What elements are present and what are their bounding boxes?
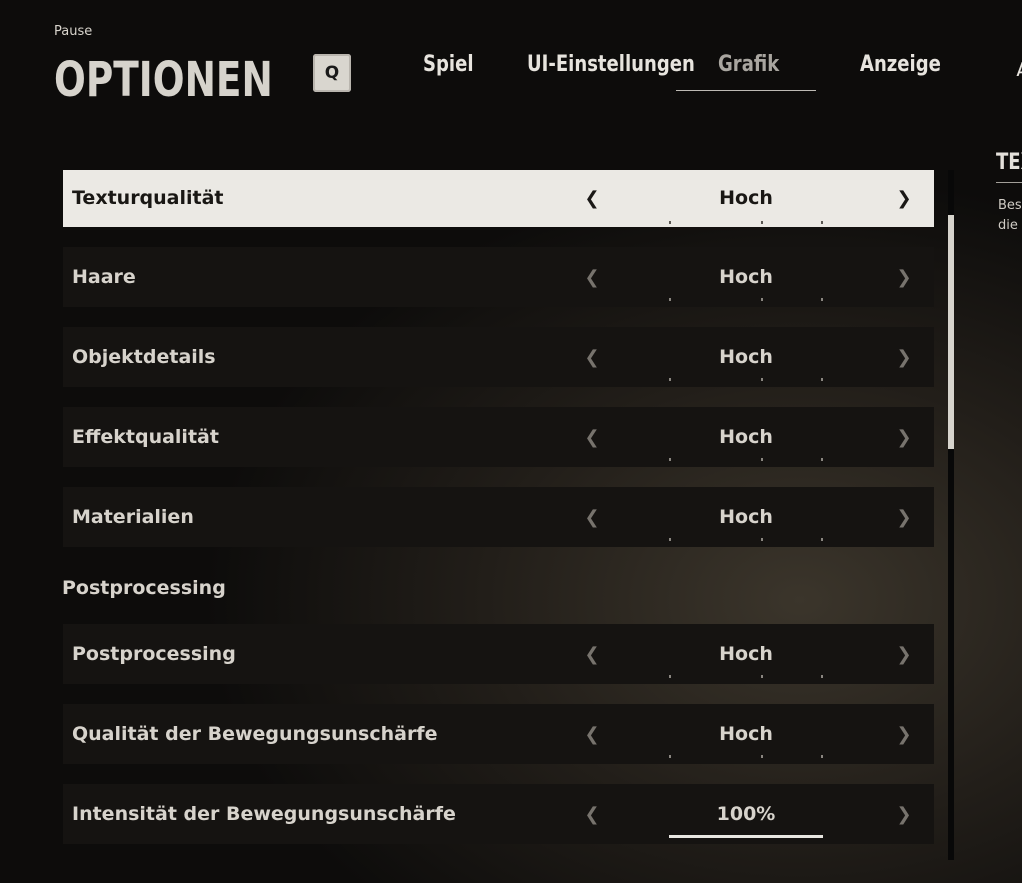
level-ticks	[669, 298, 823, 302]
setting-row-effektqualitaet[interactable]: Effektqualität ❮ Hoch ❯	[63, 407, 934, 467]
chevron-left-icon[interactable]: ❮	[582, 784, 602, 844]
level-ticks	[669, 378, 823, 382]
description-panel-title: TEX	[996, 150, 1022, 175]
description-line: Bes	[998, 198, 1022, 213]
tab-anzeige[interactable]: Anzeige	[860, 52, 941, 77]
chevron-right-icon[interactable]: ❯	[894, 247, 914, 307]
setting-row-texturqualitaet[interactable]: Texturqualität ❮ Hoch ❯	[63, 170, 934, 227]
setting-label: Intensität der Bewegungsunschärfe	[72, 803, 456, 825]
setting-label: Effektqualität	[72, 426, 219, 448]
setting-row-postprocessing[interactable]: Postprocessing ❮ Hoch ❯	[63, 624, 934, 684]
setting-label: Texturqualität	[72, 187, 224, 209]
tab-spiel[interactable]: Spiel	[423, 52, 474, 77]
chevron-left-icon[interactable]: ❮	[582, 487, 602, 547]
tab-ui-einstellungen[interactable]: UI-Einstellungen	[527, 52, 695, 77]
setting-label: Qualität der Bewegungsunschärfe	[72, 723, 438, 745]
tab-grafik[interactable]: Grafik	[718, 52, 779, 77]
setting-row-objektdetails[interactable]: Objektdetails ❮ Hoch ❯	[63, 327, 934, 387]
scrollbar-thumb[interactable]	[948, 215, 954, 449]
tab-bar: Spiel UI-Einstellungen Grafik Anzeige	[0, 44, 1022, 94]
level-ticks	[669, 221, 823, 225]
chevron-left-icon[interactable]: ❮	[582, 170, 602, 227]
chevron-left-icon[interactable]: ❮	[582, 327, 602, 387]
setting-row-haare[interactable]: Haare ❮ Hoch ❯	[63, 247, 934, 307]
level-ticks	[669, 538, 823, 542]
chevron-right-icon[interactable]: ❯	[894, 487, 914, 547]
section-title-postprocessing: Postprocessing	[62, 577, 226, 599]
chevron-right-icon[interactable]: ❯	[894, 407, 914, 467]
setting-label: Materialien	[72, 506, 194, 528]
level-ticks	[669, 458, 823, 462]
setting-label: Haare	[72, 266, 136, 288]
chevron-left-icon[interactable]: ❮	[582, 407, 602, 467]
setting-label: Objektdetails	[72, 346, 216, 368]
active-tab-underline	[676, 90, 816, 91]
description-divider	[996, 182, 1022, 183]
description-text: Bes die	[998, 196, 1022, 236]
setting-value: Hoch	[719, 187, 773, 209]
level-ticks	[669, 755, 823, 759]
chevron-left-icon[interactable]: ❮	[582, 247, 602, 307]
setting-row-bewegungsunschaerfe-intensitaet[interactable]: Intensität der Bewegungsunschärfe ❮ 100%…	[63, 784, 934, 844]
chevron-right-icon[interactable]: ❯	[894, 784, 914, 844]
level-ticks	[669, 675, 823, 679]
chevron-right-icon[interactable]: ❯	[894, 327, 914, 387]
tab-next-peek[interactable]: A	[1016, 58, 1022, 76]
setting-label: Postprocessing	[72, 643, 236, 665]
setting-row-materialien[interactable]: Materialien ❮ Hoch ❯	[63, 487, 934, 547]
chevron-right-icon[interactable]: ❯	[894, 624, 914, 684]
chevron-left-icon[interactable]: ❮	[582, 624, 602, 684]
intensity-progress-bar	[669, 835, 823, 838]
setting-row-bewegungsunschaerfe-qualitaet[interactable]: Qualität der Bewegungsunschärfe ❮ Hoch ❯	[63, 704, 934, 764]
chevron-right-icon[interactable]: ❯	[894, 704, 914, 764]
pause-label: Pause	[54, 24, 93, 39]
description-line: die	[998, 218, 1018, 233]
chevron-right-icon[interactable]: ❯	[894, 170, 914, 227]
chevron-left-icon[interactable]: ❮	[582, 704, 602, 764]
